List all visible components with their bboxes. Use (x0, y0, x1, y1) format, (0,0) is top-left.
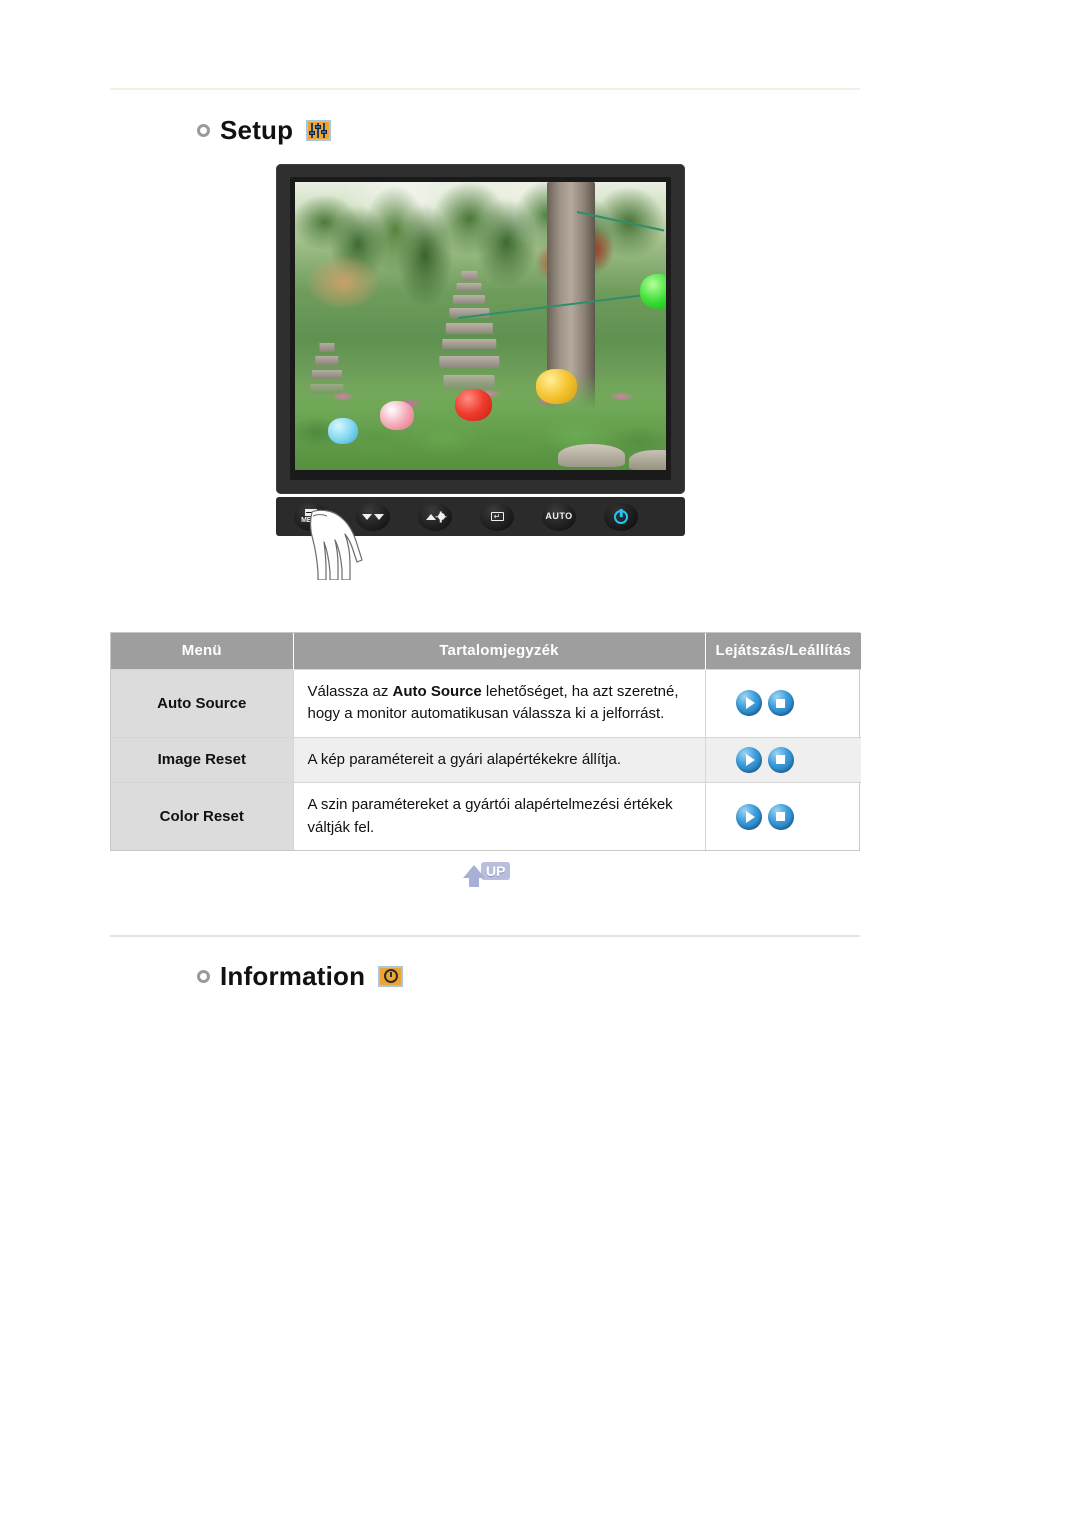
up-button-label: UP (481, 862, 511, 880)
section-heading-information: Information (197, 961, 404, 991)
power-icon (614, 509, 628, 524)
description-color-reset: A szin paramétereket a gyártói alapértel… (293, 782, 706, 850)
up-button[interactable]: UP (463, 862, 511, 887)
stop-icon[interactable] (767, 803, 794, 830)
enter-icon: ↵ (490, 512, 504, 521)
lantern-blue (328, 418, 359, 445)
playstop-cell-color-reset (705, 782, 861, 850)
divider-middle (110, 935, 860, 937)
monitor-illustration: MENU ↵ AUTO (276, 164, 685, 580)
settings-table: Menü Tartalomjegyzék Lejátszás/Leállítás… (110, 632, 861, 851)
arrow-up-icon (463, 865, 485, 887)
arrow-down-icon (362, 513, 384, 520)
stop-icon[interactable] (767, 690, 794, 716)
menu-button[interactable]: MENU (294, 502, 328, 531)
table-row: Color Reset A szin paramétereket a gyárt… (111, 782, 861, 850)
monitor-screen (295, 182, 666, 470)
column-header-playstop: Lejátszás/Leállítás (705, 633, 861, 669)
column-header-menu: Menü (111, 633, 294, 669)
garden-photo (295, 182, 666, 470)
description-auto-source: Válassza az Auto Source lehetőséget, ha … (293, 668, 706, 737)
lantern-pink (380, 400, 414, 430)
description-bold: Auto Source (392, 682, 482, 700)
brightness-button[interactable] (418, 502, 452, 531)
description-prefix: Válassza az (307, 682, 393, 700)
table-row: Image Reset A kép paramétereit a gyári a… (111, 736, 861, 783)
play-icon[interactable] (735, 746, 762, 773)
menu-label-auto-source: Auto Source (111, 668, 294, 737)
section-heading-setup: Setup (197, 115, 332, 145)
play-icon[interactable] (735, 803, 762, 830)
enter-button[interactable]: ↵ (480, 502, 514, 531)
monitor-control-bar: MENU ↵ AUTO (276, 497, 685, 580)
clock-icon (378, 965, 404, 987)
table-header-row: Menü Tartalomjegyzék Lejátszás/Leállítás (111, 633, 861, 669)
description-image-reset: A kép paramétereit a gyári alapértékekre… (293, 736, 706, 783)
menu-label-color-reset: Color Reset (111, 782, 294, 850)
column-header-content: Tartalomjegyzék (293, 633, 706, 669)
description-prefix: A szin paramétereket a gyártói alapértel… (307, 796, 673, 836)
circle-bullet-icon (197, 969, 210, 983)
menu-icon (305, 509, 317, 516)
playstop-cell-image-reset (705, 736, 861, 783)
lantern-red (454, 389, 492, 422)
table-row: Auto Source Válassza az Auto Source lehe… (111, 668, 861, 737)
page-title-setup: Setup (220, 115, 294, 145)
auto-button[interactable]: AUTO (542, 502, 576, 531)
menu-label-image-reset: Image Reset (111, 736, 294, 783)
power-button[interactable] (604, 502, 638, 531)
page-root: Setup MENU ↵ AUTO Menü Tartalomjegyzék L… (0, 0, 1080, 1528)
circle-bullet-icon (197, 123, 210, 137)
playstop-cell-auto-source (705, 668, 861, 737)
sliders-icon (306, 119, 332, 141)
down-button[interactable] (356, 502, 390, 531)
lantern-green (640, 274, 666, 309)
play-icon[interactable] (735, 690, 762, 716)
stop-icon[interactable] (767, 746, 794, 773)
page-title-information: Information (220, 961, 366, 991)
divider-top (110, 88, 860, 90)
monitor-bezel (276, 164, 685, 494)
menu-button-label: MENU (301, 517, 321, 524)
auto-button-label: AUTO (545, 511, 573, 521)
brightness-icon (425, 513, 445, 520)
description-prefix: A kép paramétereit a gyári alapértékekre… (307, 750, 622, 768)
lantern-yellow (536, 369, 577, 404)
